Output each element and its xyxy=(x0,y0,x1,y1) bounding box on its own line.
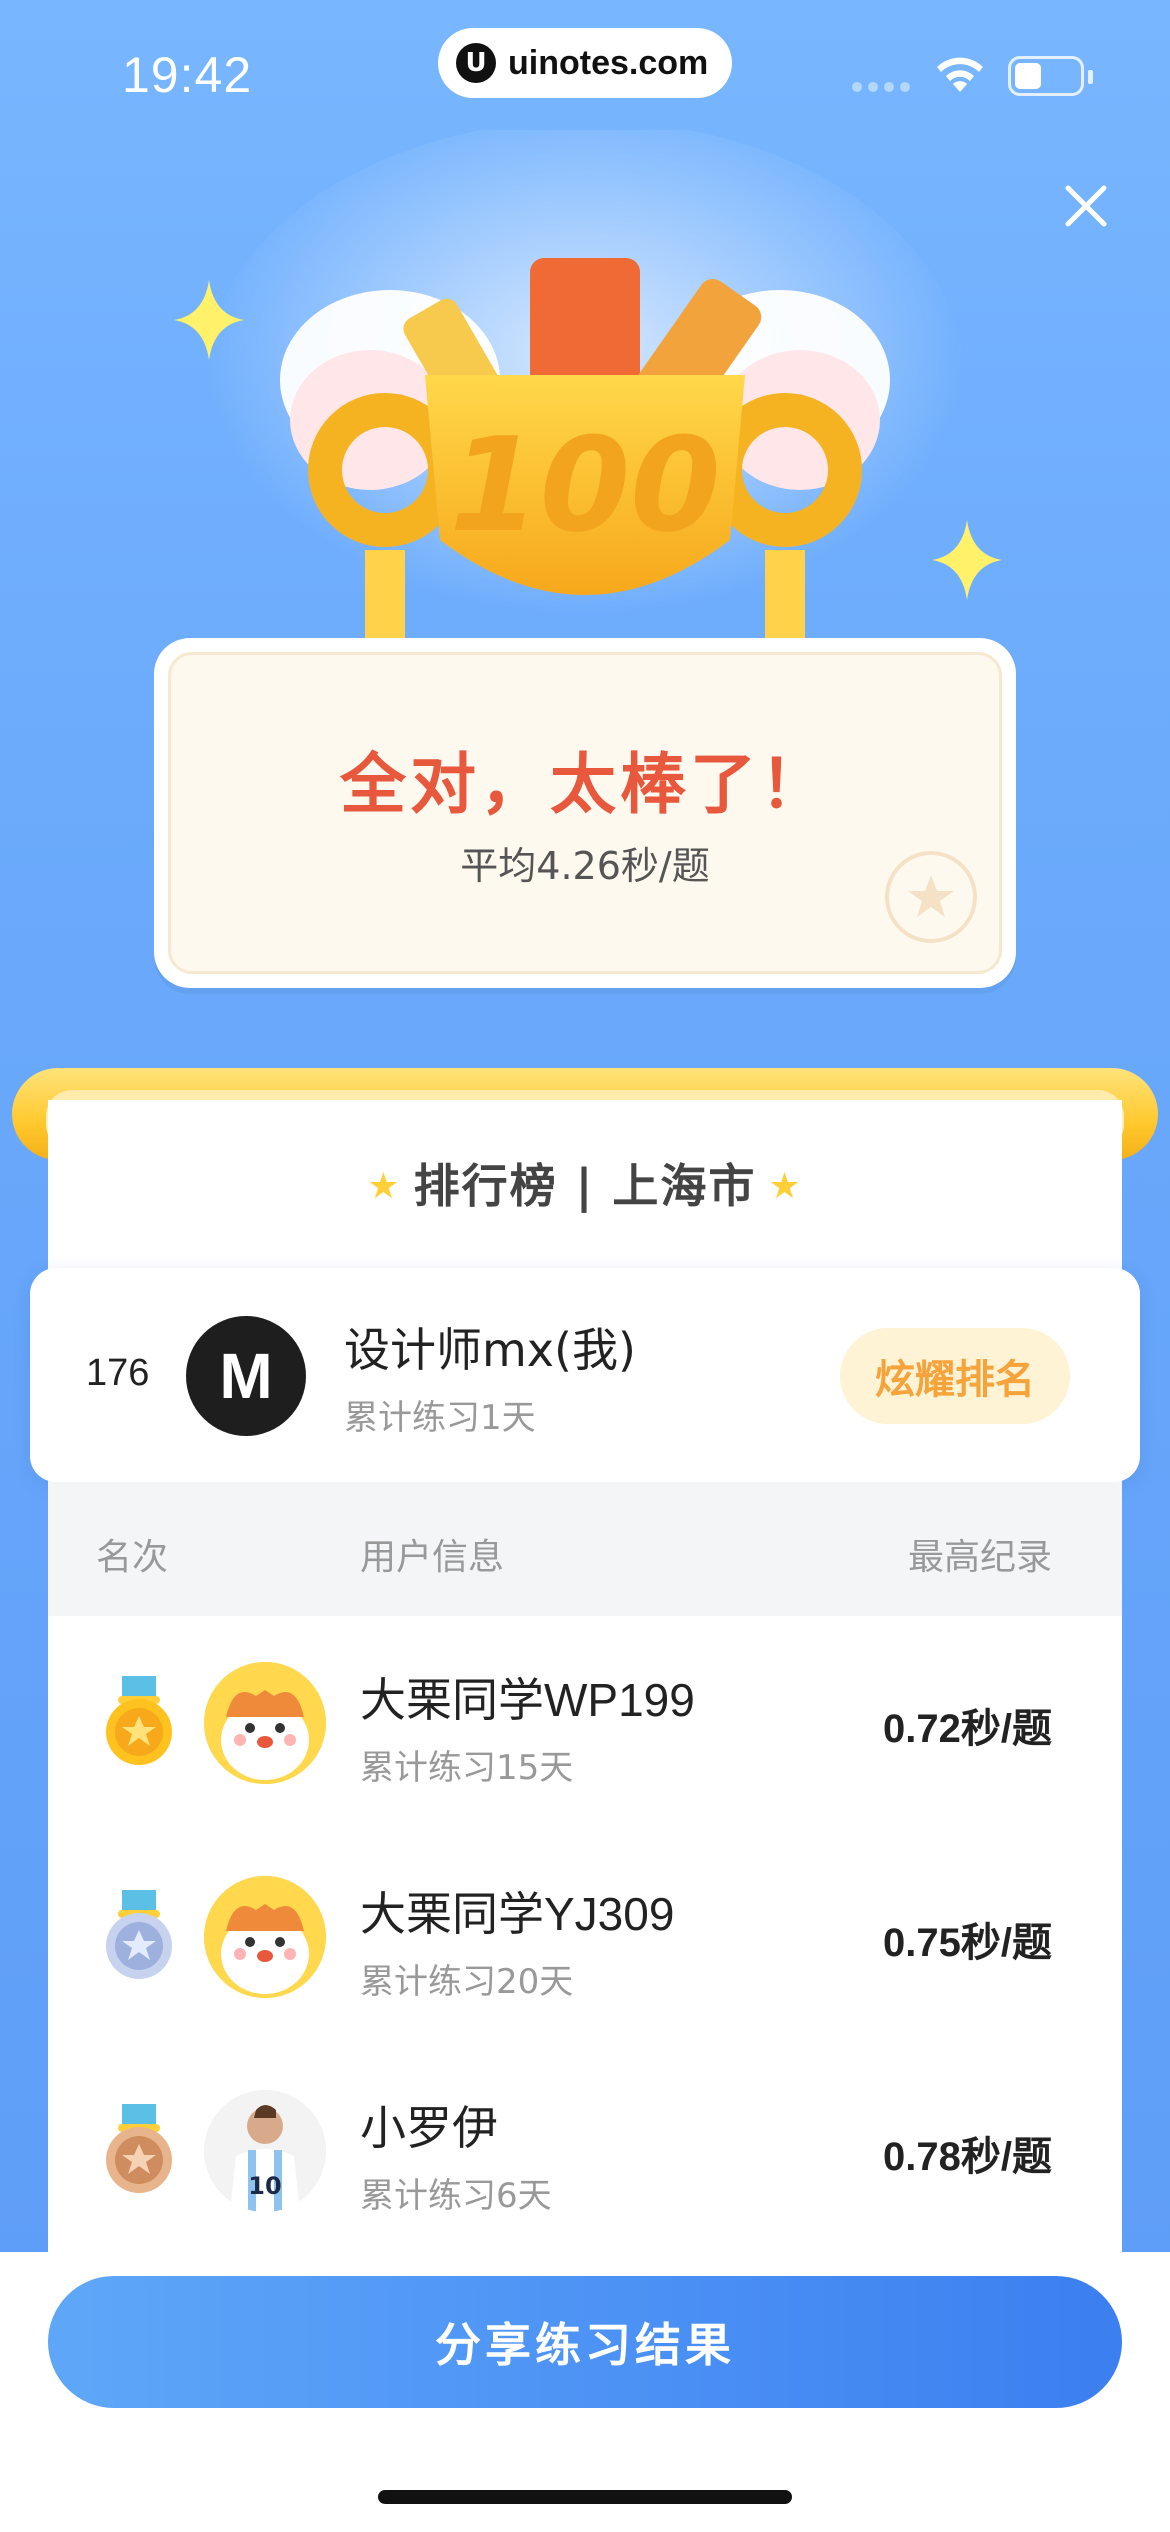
svg-text:10: 10 xyxy=(248,2172,281,2200)
table-row[interactable]: 10 小罗伊 累计练习6天 0.78秒/题 xyxy=(48,2044,1122,2252)
row-name: 小罗伊 xyxy=(360,2102,498,2154)
table-row[interactable]: 大栗同学YJ309 累计练习20天 0.75秒/题 xyxy=(48,1830,1122,2044)
sparkle-icon xyxy=(932,520,1002,600)
sparkle-icon xyxy=(174,280,244,360)
gold-medal-icon xyxy=(106,1676,172,1765)
column-record: 最高纪录 xyxy=(907,1537,1052,1578)
my-days: 累计练习1天 xyxy=(344,1398,536,1438)
bronze-medal-icon xyxy=(106,2104,172,2193)
avatar xyxy=(204,1662,326,1784)
row-record: 0.72秒/题 xyxy=(883,1707,1052,1751)
result-title: 全对，太棒了！ xyxy=(340,746,830,823)
wifi-icon xyxy=(937,57,983,92)
trophy-icon: 100 xyxy=(205,120,965,690)
row-record: 0.75秒/题 xyxy=(883,1921,1052,1965)
my-name: 设计师mx(我) xyxy=(344,1323,636,1377)
avatar xyxy=(204,1876,326,1998)
my-rank-row: 176 M 设计师mx(我) 累计练习1天 炫耀排名 xyxy=(30,1268,1140,1482)
row-record: 0.78秒/题 xyxy=(883,2135,1052,2179)
trophy-illustration: 100 xyxy=(0,120,1170,690)
url-pill[interactable]: U uinotes.com xyxy=(438,28,732,98)
star-icon: ★ xyxy=(768,1166,803,1207)
row-name: 大栗同学YJ309 xyxy=(360,1888,675,1940)
row-name: 大栗同学WP199 xyxy=(360,1674,695,1726)
silver-medal-icon xyxy=(106,1890,172,1979)
star-icon: ★ xyxy=(367,1166,402,1207)
cat-mascot-icon xyxy=(204,1876,326,1998)
football-player-icon: 10 xyxy=(204,2090,326,2212)
column-header: 名次 用户信息 最高纪录 xyxy=(48,1482,1122,1616)
status-bar: 19:42 U uinotes.com xyxy=(0,0,1170,150)
column-user: 用户信息 xyxy=(360,1537,505,1578)
avatar: 10 xyxy=(204,2090,326,2212)
brag-rank-button[interactable]: 炫耀排名 xyxy=(840,1328,1070,1424)
column-rank: 名次 xyxy=(96,1537,169,1578)
cat-mascot-icon xyxy=(204,1662,326,1784)
avatar: M xyxy=(186,1316,306,1436)
home-indicator[interactable] xyxy=(378,2490,792,2504)
result-card: 全对，太棒了！ 平均4.26秒/题 xyxy=(154,638,1016,988)
signal-icon xyxy=(852,82,910,92)
bottom-bar: 分享练习结果 xyxy=(0,2252,1170,2532)
leaderboard-title: ★ 排行榜 | 上海市 ★ xyxy=(367,1159,803,1213)
row-days: 累计练习6天 xyxy=(360,2176,552,2216)
table-row[interactable]: 大栗同学WP199 累计练习15天 0.72秒/题 xyxy=(48,1616,1122,1830)
row-days: 累计练习15天 xyxy=(360,1748,574,1788)
url-text: uinotes.com xyxy=(508,43,709,82)
row-days: 累计练习20天 xyxy=(360,1962,574,2002)
average-time: 平均4.26秒/题 xyxy=(460,844,710,888)
battery-icon xyxy=(1008,56,1084,96)
status-time: 19:42 xyxy=(122,47,253,103)
share-result-button[interactable]: 分享练习结果 xyxy=(48,2276,1122,2408)
stamp-icon xyxy=(885,851,977,943)
my-rank: 176 xyxy=(86,1352,150,1394)
site-logo-icon: U xyxy=(456,43,496,83)
trophy-100-text: 100 xyxy=(449,409,720,561)
